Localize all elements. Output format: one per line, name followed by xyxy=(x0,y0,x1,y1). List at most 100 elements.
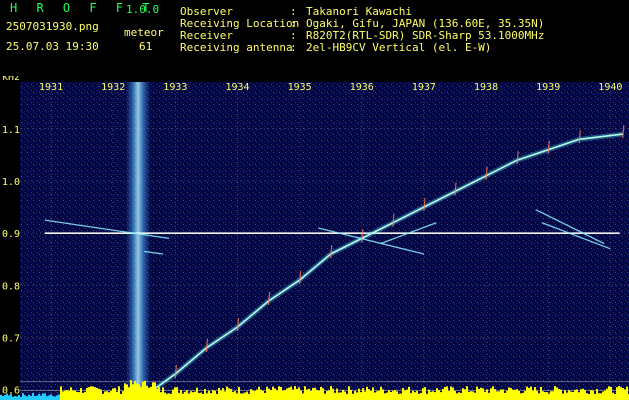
noise-bar xyxy=(552,391,554,400)
noise-bar xyxy=(264,393,266,400)
noise-bar xyxy=(154,382,156,400)
noise-bar xyxy=(292,389,294,400)
noise-bar xyxy=(314,387,316,400)
noise-bar xyxy=(466,386,468,400)
noise-bar xyxy=(206,393,208,400)
noise-bar xyxy=(490,388,492,400)
noise-bar xyxy=(132,384,134,400)
noise-bar xyxy=(334,392,336,400)
noise-bar xyxy=(80,388,82,400)
noise-bar xyxy=(280,386,282,400)
noise-bar xyxy=(100,389,102,400)
noise-bar xyxy=(146,385,148,400)
noise-bar xyxy=(608,386,610,400)
noise-bar xyxy=(136,383,138,400)
noise-bar xyxy=(444,386,446,400)
noise-bar xyxy=(110,390,112,400)
noise-bar xyxy=(518,390,520,400)
noise-bar xyxy=(400,393,402,400)
noise-bar xyxy=(450,386,452,400)
noise-bar xyxy=(218,387,220,400)
noise-bar xyxy=(52,396,54,400)
noise-bar xyxy=(124,383,126,400)
noise-bar xyxy=(38,393,40,400)
noise-bar xyxy=(540,386,542,400)
noise-bar xyxy=(42,393,44,400)
noise-bar xyxy=(32,393,34,400)
noise-bar xyxy=(236,393,238,400)
noise-bar xyxy=(404,390,406,400)
noise-bar xyxy=(362,388,364,400)
noise-bar xyxy=(224,391,226,400)
noise-bar xyxy=(586,393,588,400)
noise-bar xyxy=(94,387,96,400)
noise-bar xyxy=(200,392,202,400)
noise-bar xyxy=(138,384,140,400)
noise-bar xyxy=(308,388,310,400)
noise-bar xyxy=(534,387,536,400)
noise-bar xyxy=(318,390,320,400)
noise-bar xyxy=(114,388,116,400)
noise-bar xyxy=(212,390,214,400)
noise-bar xyxy=(58,394,60,400)
y-tick-label: 0.9 xyxy=(2,229,20,240)
noise-bar xyxy=(216,393,218,400)
noise-bar xyxy=(364,391,366,400)
noise-bar xyxy=(452,387,454,400)
noise-bar xyxy=(60,386,62,400)
noise-bar xyxy=(70,387,72,400)
noise-bar xyxy=(402,388,404,400)
noise-bar xyxy=(510,388,512,400)
noise-bar xyxy=(92,386,94,400)
noise-bar xyxy=(222,388,224,400)
x-tick-label: 1932 xyxy=(101,82,125,93)
noise-bar xyxy=(208,390,210,400)
noise-bar xyxy=(190,391,192,400)
noise-bar xyxy=(178,392,180,400)
noise-bar xyxy=(422,388,424,400)
noise-bar xyxy=(162,387,164,400)
noise-bar xyxy=(272,386,274,400)
noise-bar xyxy=(26,396,28,400)
noise-bar xyxy=(244,392,246,400)
noise-bar xyxy=(246,391,248,400)
noise-bar xyxy=(156,388,158,400)
noise-bar xyxy=(354,390,356,400)
noise-bar xyxy=(198,392,200,400)
noise-bar xyxy=(140,386,142,400)
noise-bar xyxy=(480,387,482,400)
noise-bar xyxy=(210,393,212,400)
noise-bar xyxy=(254,390,256,400)
info-label-antenna: Receiving antenna xyxy=(180,41,293,54)
y-tick-label: 0.8 xyxy=(2,281,20,292)
noise-bar xyxy=(150,386,152,400)
noise-bar xyxy=(44,393,46,400)
noise-bar xyxy=(342,389,344,400)
noise-bar xyxy=(104,391,106,400)
x-tick-label: 1937 xyxy=(412,82,436,93)
noise-bar xyxy=(304,386,306,400)
noise-bar xyxy=(232,391,234,400)
noise-bar xyxy=(626,386,628,400)
noise-bar xyxy=(598,393,600,400)
noise-bar xyxy=(566,392,568,400)
noise-bar xyxy=(560,389,562,400)
x-tick-label: 1939 xyxy=(536,82,560,93)
y-tick-label: 0.7 xyxy=(2,333,20,344)
noise-bar xyxy=(448,390,450,400)
noise-bar xyxy=(546,392,548,400)
noise-bar xyxy=(84,391,86,400)
noise-bar xyxy=(536,390,538,400)
noise-bar xyxy=(294,386,296,400)
noise-bar xyxy=(142,381,144,400)
noise-bar xyxy=(616,387,618,400)
noise-bar xyxy=(484,391,486,400)
noise-bar xyxy=(16,396,18,400)
noise-bar xyxy=(544,392,546,400)
noise-bar xyxy=(374,392,376,400)
x-tick-label: 1936 xyxy=(350,82,374,93)
noise-bar xyxy=(384,393,386,400)
noise-bar xyxy=(612,392,614,400)
noise-bar xyxy=(572,392,574,400)
meteor-count: 61 xyxy=(139,40,153,53)
